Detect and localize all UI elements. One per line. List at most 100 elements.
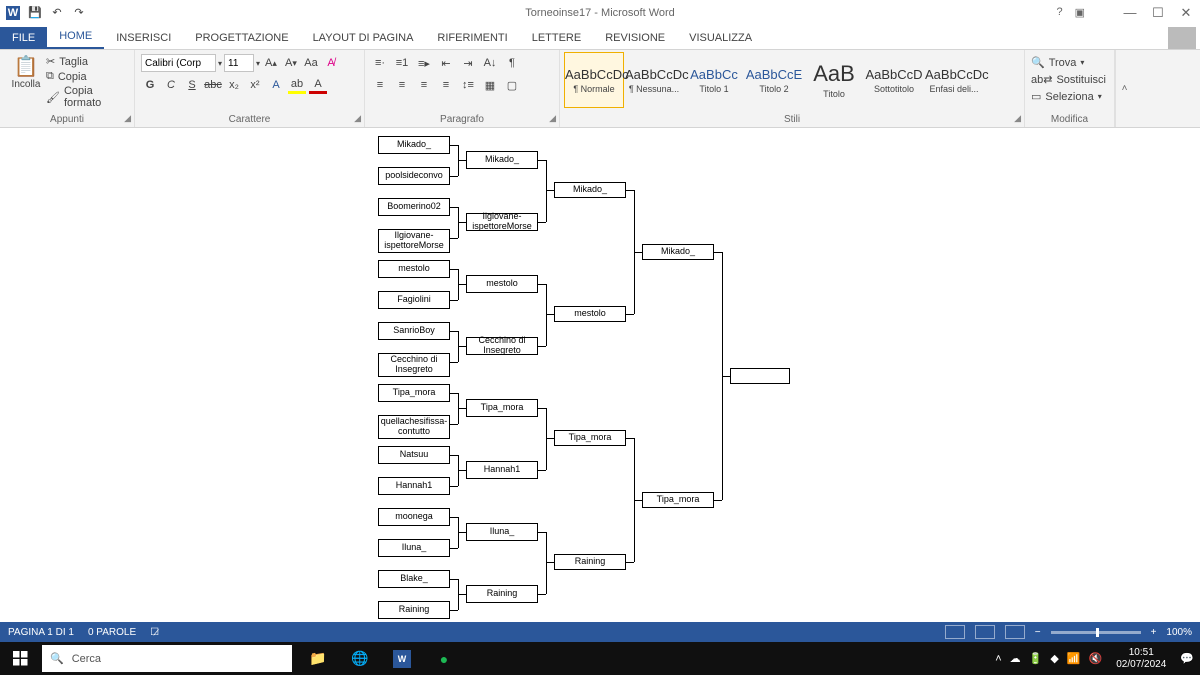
paragraph-dialog-launcher[interactable]: ◢ [549, 113, 556, 124]
align-right-icon[interactable]: ≡ [415, 76, 433, 94]
notifications-icon[interactable]: 💬 [1180, 652, 1194, 665]
word-count[interactable]: 0 PAROLE [88, 627, 136, 638]
font-name-dropdown-icon[interactable]: ▾ [218, 59, 222, 68]
tab-lettere[interactable]: LETTERE [520, 27, 594, 49]
style-item[interactable]: AaBbCcDc¶ Nessuna... [624, 52, 684, 108]
shrink-font-icon[interactable]: A▾ [282, 54, 300, 72]
undo-icon[interactable]: ↶ [50, 6, 64, 20]
style-item[interactable]: AaBbCcTitolo 1 [684, 52, 744, 108]
tray-battery-icon[interactable]: 🔋 [1029, 652, 1043, 665]
tray-app-icon[interactable]: ◆ [1050, 652, 1058, 665]
zoom-slider[interactable] [1051, 631, 1141, 634]
web-layout-icon[interactable] [1005, 625, 1025, 639]
align-center-icon[interactable]: ≡ [393, 76, 411, 94]
select-button[interactable]: Seleziona [1045, 91, 1093, 103]
italic-icon[interactable]: C [162, 76, 180, 94]
shading-icon[interactable]: ▦ [481, 76, 499, 94]
taskbar-search[interactable]: 🔍 Cerca [42, 645, 292, 672]
font-color-icon[interactable]: A [309, 76, 327, 94]
taskbar-app-spotify[interactable]: ● [424, 642, 464, 675]
numbering-icon[interactable]: ≡1 [393, 54, 411, 72]
taskbar-app-explorer[interactable]: 📁 [298, 642, 338, 675]
tab-file[interactable]: FILE [0, 27, 47, 49]
show-marks-icon[interactable]: ¶ [503, 54, 521, 72]
strikethrough-icon[interactable]: abc [204, 76, 222, 94]
taskbar-app-word[interactable]: W [382, 642, 422, 675]
change-case-icon[interactable]: Aa [302, 54, 320, 72]
tab-progettazione[interactable]: PROGETTAZIONE [183, 27, 300, 49]
style-item[interactable]: AaBbCcDc¶ Normale [564, 52, 624, 108]
tab-home[interactable]: HOME [47, 25, 104, 49]
subscript-icon[interactable]: x₂ [225, 76, 243, 94]
redo-icon[interactable]: ↷ [72, 6, 86, 20]
user-avatar[interactable] [1168, 27, 1196, 49]
format-painter-icon[interactable]: 🖌 [46, 91, 60, 104]
clear-formatting-icon[interactable]: A̸ [322, 54, 340, 72]
align-left-icon[interactable]: ≡ [371, 76, 389, 94]
find-icon[interactable]: 🔍 [1031, 56, 1045, 69]
collapse-ribbon-icon[interactable]: ˄ [1115, 50, 1133, 127]
zoom-out-icon[interactable]: − [1035, 627, 1041, 638]
font-dialog-launcher[interactable]: ◢ [354, 113, 361, 124]
decrease-indent-icon[interactable]: ⇤ [437, 54, 455, 72]
page-count[interactable]: PAGINA 1 DI 1 [8, 627, 74, 638]
justify-icon[interactable]: ≡ [437, 76, 455, 94]
style-item[interactable]: AaBbCcDcEnfasi deli... [924, 52, 984, 108]
tab-visualizza[interactable]: VISUALIZZA [677, 27, 764, 49]
underline-icon[interactable]: S [183, 76, 201, 94]
cut-icon[interactable]: ✂ [46, 55, 55, 68]
start-button[interactable] [0, 642, 40, 675]
superscript-icon[interactable]: x² [246, 76, 264, 94]
help-icon[interactable]: ? [1056, 6, 1062, 19]
tray-volume-icon[interactable]: 🔇 [1089, 652, 1103, 665]
increase-indent-icon[interactable]: ⇥ [459, 54, 477, 72]
tab-inserisci[interactable]: INSERISCI [104, 27, 183, 49]
paste-icon[interactable]: 📋 [6, 54, 46, 79]
tab-riferimenti[interactable]: RIFERIMENTI [425, 27, 519, 49]
find-button[interactable]: Trova [1049, 57, 1077, 69]
style-item[interactable]: AaBbCcDSottotitolo [864, 52, 924, 108]
ribbon-options-icon[interactable]: ▣ [1075, 6, 1085, 19]
maximize-button[interactable]: ☐ [1144, 0, 1172, 25]
styles-dialog-launcher[interactable]: ◢ [1014, 113, 1021, 124]
cut-button[interactable]: Taglia [59, 56, 88, 68]
replace-button[interactable]: Sostituisci [1056, 74, 1106, 86]
clipboard-dialog-launcher[interactable]: ◢ [124, 113, 131, 124]
text-effects-icon[interactable]: A [267, 76, 285, 94]
sort-icon[interactable]: A↓ [481, 54, 499, 72]
select-icon[interactable]: ▭ [1031, 90, 1041, 103]
tray-chevron-icon[interactable]: ˄ [995, 653, 1001, 665]
tray-wifi-icon[interactable]: 📶 [1067, 652, 1081, 665]
style-item[interactable]: AaBbCcETitolo 2 [744, 52, 804, 108]
proofing-icon[interactable]: ☐̷ [150, 627, 159, 638]
bold-icon[interactable]: G [141, 76, 159, 94]
replace-icon[interactable]: ab⇄ [1031, 73, 1052, 86]
format-painter-button[interactable]: Copia formato [64, 85, 128, 109]
font-size-dropdown-icon[interactable]: ▾ [256, 59, 260, 68]
bullets-icon[interactable]: ≡· [371, 54, 389, 72]
document-canvas[interactable]: Mikado_poolsideconvoBoomerino02Ilgiovane… [0, 128, 1200, 642]
copy-icon[interactable]: ⧉ [46, 70, 54, 83]
zoom-in-icon[interactable]: + [1151, 627, 1157, 638]
read-mode-icon[interactable] [945, 625, 965, 639]
save-icon[interactable]: 💾 [28, 6, 42, 20]
highlight-icon[interactable]: ab [288, 76, 306, 94]
font-name-input[interactable] [141, 54, 216, 72]
style-item[interactable]: AaBTitolo [804, 52, 864, 108]
grow-font-icon[interactable]: A▴ [262, 54, 280, 72]
tray-onedrive-icon[interactable]: ☁ [1010, 652, 1021, 665]
paste-button[interactable]: Incolla [6, 79, 46, 90]
print-layout-icon[interactable] [975, 625, 995, 639]
minimize-button[interactable]: — [1116, 0, 1144, 25]
taskbar-clock[interactable]: 10:51 02/07/2024 [1110, 647, 1172, 671]
taskbar-app-chrome[interactable]: 🌐 [340, 642, 380, 675]
line-spacing-icon[interactable]: ↕≡ [459, 76, 477, 94]
zoom-level[interactable]: 100% [1166, 627, 1192, 638]
multilevel-icon[interactable]: ≡▸ [415, 54, 433, 72]
borders-icon[interactable]: ▢ [503, 76, 521, 94]
copy-button[interactable]: Copia [58, 71, 87, 83]
tab-revisione[interactable]: REVISIONE [593, 27, 677, 49]
close-button[interactable]: ✕ [1172, 0, 1200, 25]
font-size-input[interactable] [224, 54, 254, 72]
tab-layout[interactable]: LAYOUT DI PAGINA [301, 27, 426, 49]
